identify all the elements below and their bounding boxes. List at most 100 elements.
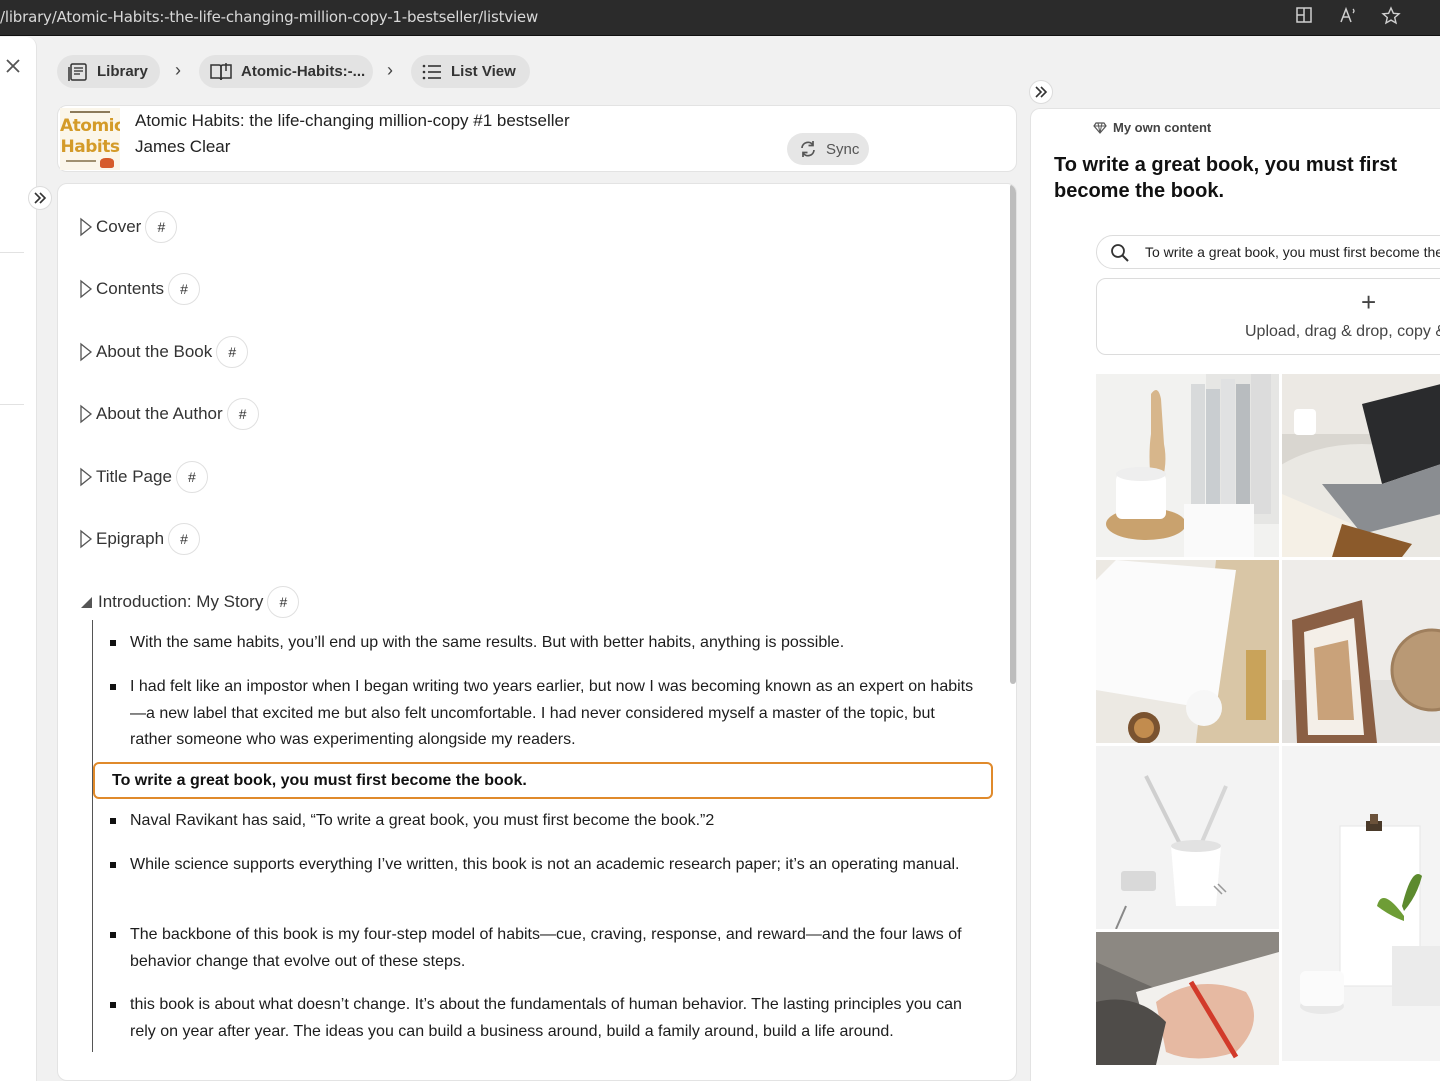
breadcrumb-library-label: Library (97, 63, 148, 80)
my-own-content-label: My own content (1113, 120, 1212, 135)
my-own-content-header[interactable]: My own content (1093, 120, 1211, 135)
triangle-right-icon (80, 217, 93, 237)
anchor-hash-button[interactable]: # (216, 336, 249, 368)
highlight-text: With the same habits, you’ll end up with… (130, 634, 845, 651)
anchor-hash-button[interactable]: # (175, 461, 208, 493)
highlight-item[interactable]: With the same habits, you’ll end up with… (110, 630, 980, 657)
gem-icon (1093, 121, 1107, 134)
address-bar[interactable]: /library/Atomic-Habits:-the-life-changin… (0, 8, 538, 26)
breadcrumb-book-label: Atomic-Habits:-... (241, 63, 366, 80)
selected-highlight[interactable]: To write a great book, you must first be… (93, 762, 993, 799)
bullet-marker (110, 684, 116, 690)
divider (0, 404, 24, 405)
triangle-down-icon (81, 597, 92, 608)
book-header: Atomic Habits Atomic Habits: the life-ch… (57, 105, 1017, 172)
cover-decoration (100, 158, 114, 168)
toc-item-label: Title Page (96, 467, 172, 486)
cover-title-line1: Atomic (60, 116, 120, 136)
bullet-marker (110, 862, 116, 868)
triangle-right-icon (80, 404, 93, 424)
cover-title-line2: Habits (60, 137, 120, 157)
bullet-marker (110, 932, 116, 938)
highlight-item[interactable]: this book is about what doesn’t change. … (110, 992, 980, 1045)
breadcrumb-list-view-label: List View (451, 63, 516, 80)
toc-item-contents[interactable]: Contents # (78, 273, 201, 305)
scrollbar[interactable] (1010, 184, 1016, 684)
toc-item-label: Cover (96, 217, 142, 236)
triangle-right-icon (80, 529, 93, 549)
sync-icon (801, 141, 815, 157)
gallery-image[interactable] (1096, 560, 1279, 743)
expand-sidebar-button[interactable] (28, 186, 52, 210)
breadcrumb-separator-icon: › (175, 60, 181, 80)
list-view-content: Cover # Contents # About the Book # Abou… (57, 183, 1017, 1081)
cover-decoration (70, 111, 110, 113)
gallery-image[interactable] (1282, 746, 1440, 1061)
toc-item-label: Introduction: My Story (98, 592, 264, 611)
favorite-star-icon[interactable] (1379, 6, 1403, 28)
divider (0, 252, 24, 253)
toc-item-epigraph[interactable]: Epigraph # (78, 523, 201, 555)
highlight-item[interactable]: I had felt like an impostor when I began… (110, 674, 980, 754)
highlight-text: this book is about what doesn’t change. … (130, 996, 962, 1040)
image-gallery (1096, 374, 1440, 1065)
browser-toolbar: /library/Atomic-Habits:-the-life-changin… (0, 0, 1440, 36)
toc-item-cover[interactable]: Cover # (78, 211, 178, 243)
search-icon (1111, 244, 1129, 262)
gallery-image[interactable] (1096, 932, 1279, 1065)
highlight-item[interactable]: The backbone of this book is my four-ste… (110, 922, 980, 975)
toc-item-introduction[interactable]: Introduction: My Story # (78, 586, 300, 618)
bullet-marker (110, 640, 116, 646)
gallery-image[interactable] (1282, 560, 1440, 743)
toc-item-label: About the Author (96, 404, 223, 423)
bullet-marker (110, 1002, 116, 1008)
book-cover-thumbnail[interactable]: Atomic Habits (60, 108, 120, 170)
plus-icon: + (1361, 287, 1377, 317)
gallery-image[interactable] (1282, 374, 1440, 557)
section-tree-line (92, 620, 93, 1052)
close-icon[interactable] (2, 55, 24, 77)
anchor-hash-button[interactable]: # (267, 586, 300, 618)
toc-item-about-the-book[interactable]: About the Book # (78, 336, 249, 368)
read-aloud-icon[interactable] (1336, 6, 1360, 28)
split-screen-icon[interactable] (1292, 6, 1316, 28)
triangle-right-icon (80, 279, 93, 299)
toc-item-title-page[interactable]: Title Page # (78, 461, 208, 493)
highlight-text: The backbone of this book is my four-ste… (130, 926, 962, 970)
anchor-hash-button[interactable]: # (168, 523, 201, 555)
breadcrumb-list-view[interactable]: List View (411, 55, 530, 88)
anchor-hash-button[interactable]: # (168, 273, 201, 305)
highlight-item[interactable]: While science supports everything I’ve w… (110, 852, 980, 879)
toc-item-about-the-author[interactable]: About the Author # (78, 398, 259, 430)
library-icon (68, 62, 87, 81)
list-icon (422, 64, 441, 79)
highlight-text: I had felt like an impostor when I began… (130, 678, 974, 748)
right-panel: My own content To write a great book, yo… (1030, 108, 1440, 1081)
quote-title: To write a great book, you must first be… (1054, 154, 1398, 202)
gallery-image[interactable] (1096, 374, 1279, 557)
expand-right-panel-button[interactable] (1029, 80, 1053, 104)
upload-label: Upload, drag & drop, copy & paste (1245, 323, 1440, 340)
breadcrumb-library[interactable]: Library (57, 55, 160, 88)
sync-label: Sync (826, 140, 860, 158)
double-chevron-right-icon (34, 192, 47, 204)
selected-highlight-text: To write a great book, you must first be… (112, 772, 527, 789)
toc-item-label: About the Book (96, 342, 213, 361)
highlight-text: Naval Ravikant has said, “To write a gre… (130, 812, 715, 829)
anchor-hash-button[interactable]: # (226, 398, 259, 430)
image-search-input[interactable]: To write a great book, you must first be… (1096, 235, 1440, 269)
highlight-text: While science supports everything I’ve w… (130, 856, 960, 873)
highlight-item[interactable]: Naval Ravikant has said, “To write a gre… (110, 808, 980, 835)
triangle-right-icon (80, 467, 93, 487)
open-book-icon (210, 62, 232, 80)
sync-button[interactable]: Sync (787, 133, 869, 165)
bullet-marker (110, 818, 116, 824)
toc-item-label: Contents (96, 279, 165, 298)
double-chevron-right-icon (1035, 86, 1048, 98)
upload-dropzone[interactable]: + Upload, drag & drop, copy & paste (1096, 278, 1440, 355)
toc-item-label: Epigraph (96, 529, 165, 548)
book-title: Atomic Habits: the life-changing million… (135, 111, 570, 130)
breadcrumb-book[interactable]: Atomic-Habits:-... (199, 55, 373, 88)
anchor-hash-button[interactable]: # (145, 211, 178, 243)
gallery-image[interactable] (1096, 746, 1279, 929)
